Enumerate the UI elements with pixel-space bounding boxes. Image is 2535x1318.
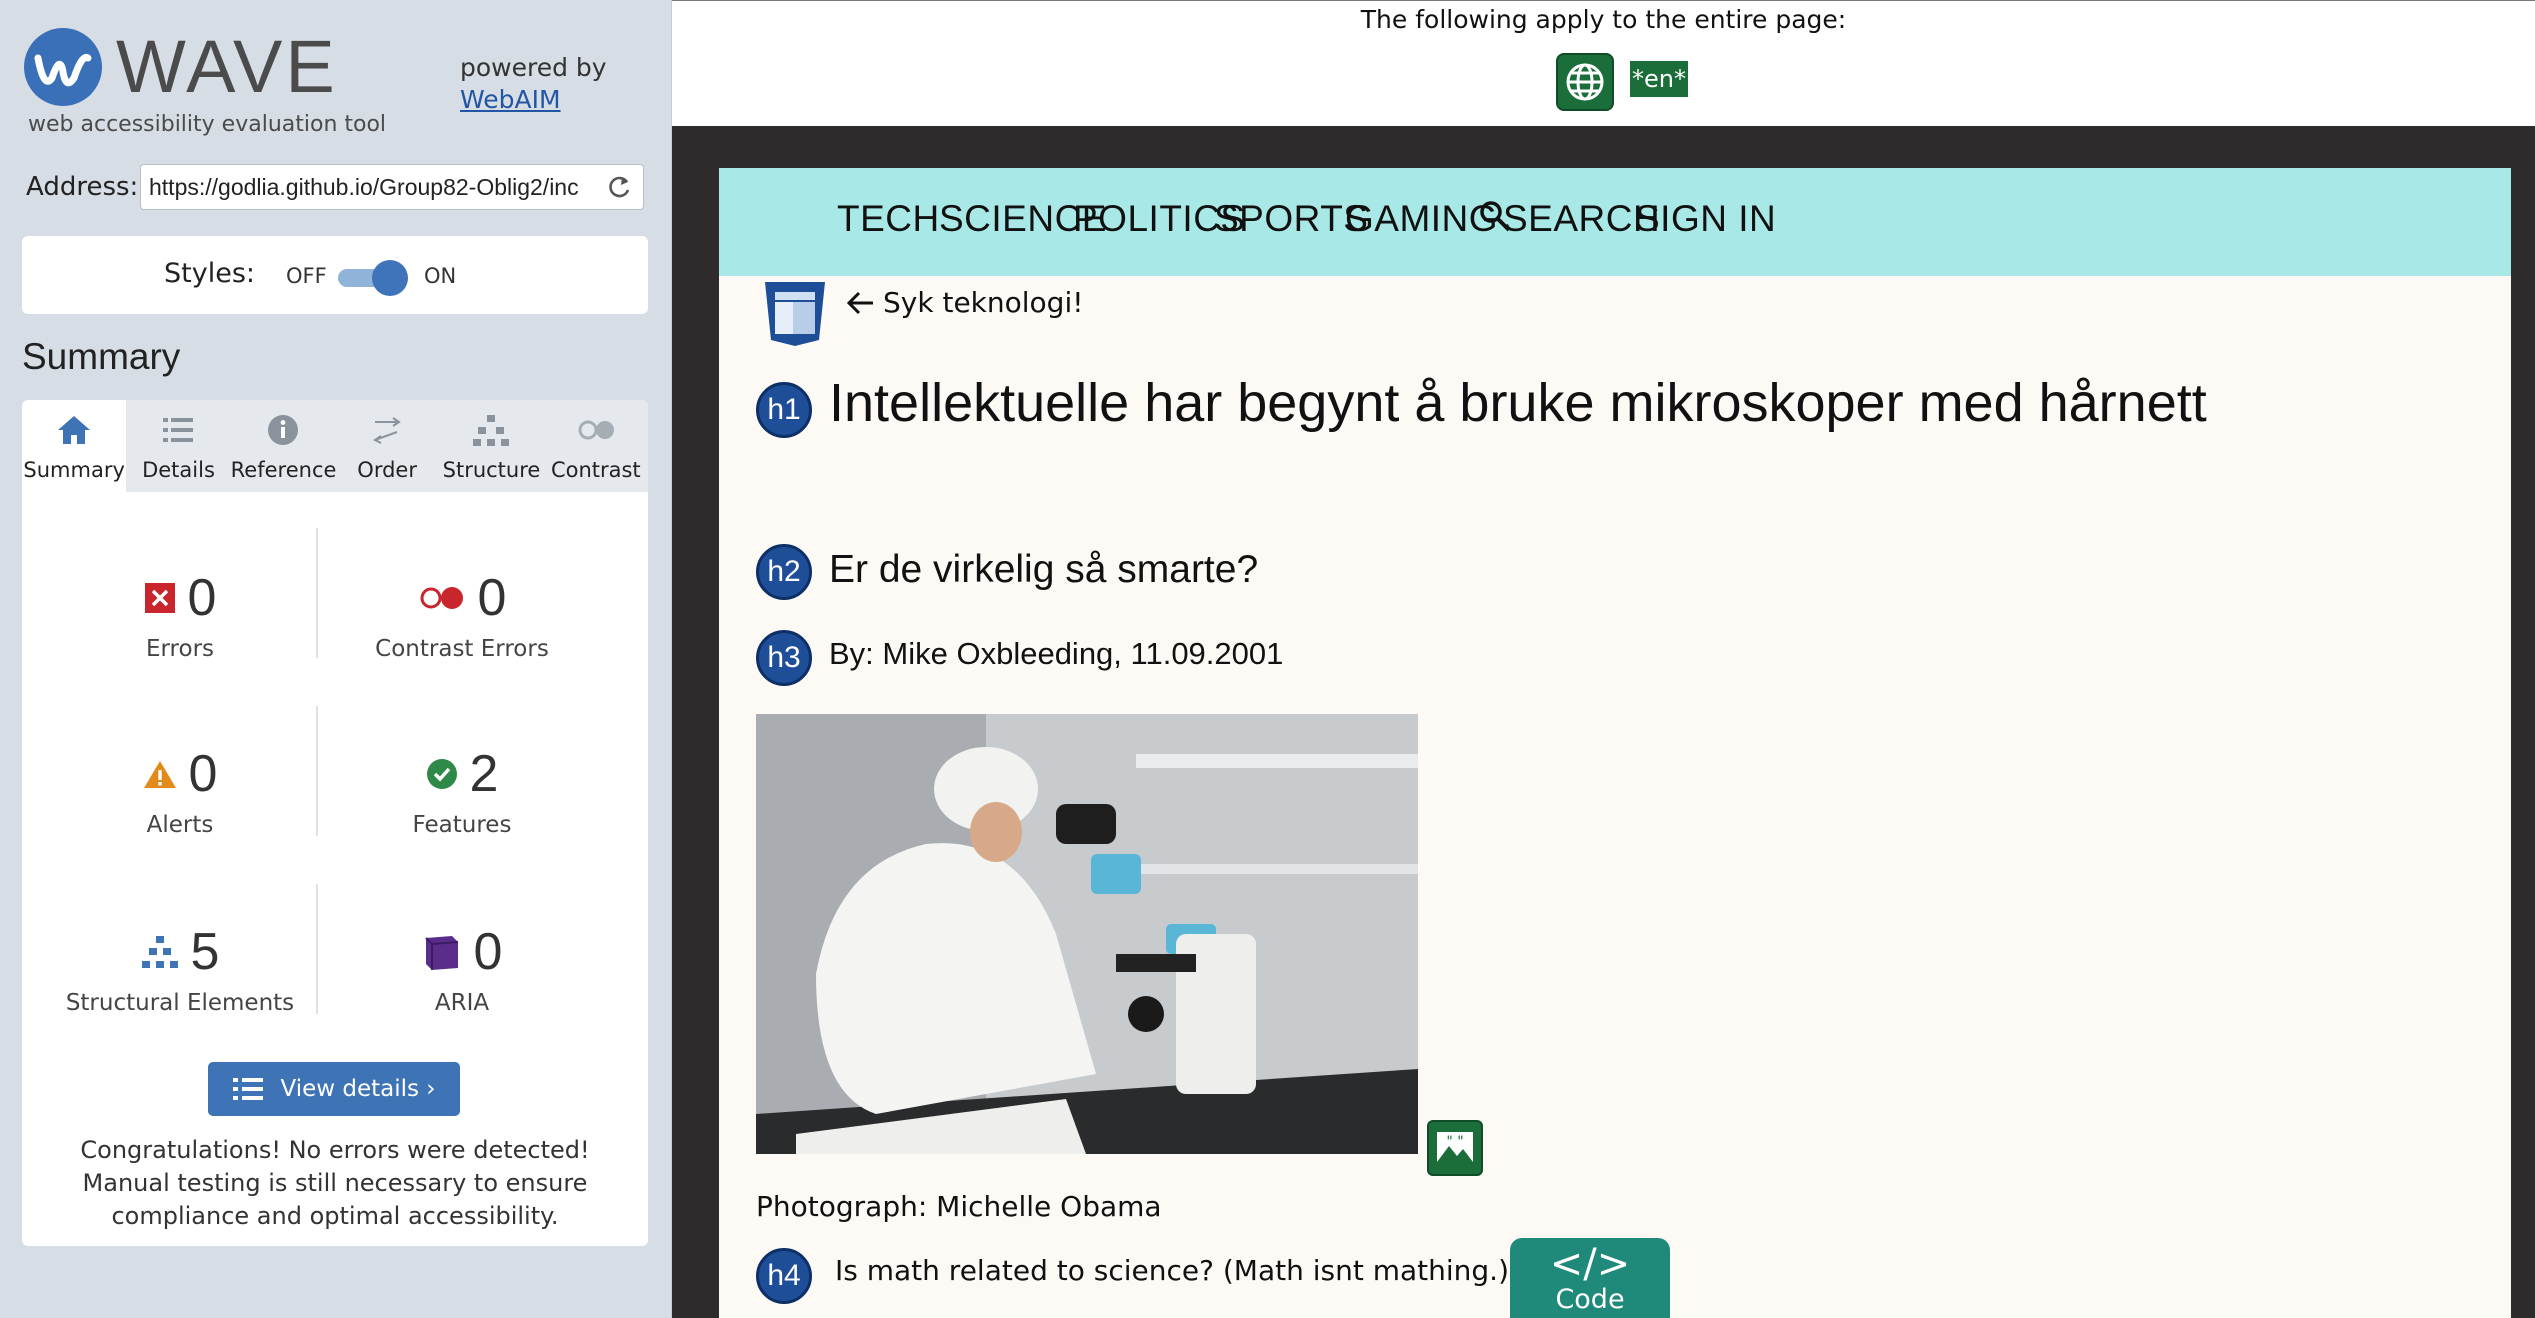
- nav-item-tech[interactable]: TECH: [837, 198, 940, 240]
- powered-by: powered by WebAIM: [460, 52, 607, 116]
- alerts-label: Alerts: [146, 812, 214, 838]
- webaim-link[interactable]: WebAIM: [460, 84, 607, 116]
- wave-tagline: web accessibility evaluation tool: [28, 112, 387, 137]
- aria-label: ARIA: [434, 990, 490, 1016]
- aria-count: 0: [473, 923, 503, 981]
- tab-label: Structure: [442, 458, 541, 482]
- feature-check-icon: [426, 759, 457, 789]
- contrast-error-icon: [420, 587, 463, 609]
- address-label: Address:: [26, 172, 139, 202]
- stat-alerts[interactable]: 0 Alerts: [40, 742, 320, 838]
- h2-badge-icon[interactable]: h2: [756, 544, 812, 600]
- tab-label: Summary: [23, 458, 125, 482]
- stat-features[interactable]: 2 Features: [322, 742, 602, 838]
- contrast-errors-label: Contrast Errors: [375, 636, 549, 662]
- page-frame: TECH SCIENCE POLITICS SPORTS GAMING SEAR…: [672, 126, 2535, 1318]
- tab-structure[interactable]: Structure: [439, 400, 543, 492]
- error-icon: [144, 583, 175, 613]
- stat-aria[interactable]: 0 ARIA: [322, 920, 602, 1016]
- alert-icon: [143, 761, 176, 788]
- view-details-button[interactable]: View details ›: [208, 1062, 460, 1116]
- tab-contrast[interactable]: Contrast: [544, 400, 648, 492]
- address-input[interactable]: [149, 173, 595, 201]
- tab-label: Contrast: [550, 458, 641, 482]
- wave-sidebar: WAVE web accessibility evaluation tool p…: [0, 0, 672, 1318]
- styles-label: Styles:: [164, 258, 255, 289]
- info-icon: [267, 415, 298, 445]
- tab-order[interactable]: Order: [335, 400, 439, 492]
- structural-count: 5: [190, 923, 220, 981]
- alerts-count: 0: [188, 745, 218, 803]
- errors-count: 0: [187, 569, 217, 627]
- page-wide-features-bar: The following apply to the entire page: …: [672, 0, 2535, 126]
- panel-tabs: Summary Details Reference Order Structur…: [22, 400, 648, 492]
- features-count: 2: [469, 745, 499, 803]
- powered-by-text: powered by: [460, 53, 607, 82]
- nav-item-sign-in[interactable]: SIGN IN: [1635, 198, 1776, 240]
- structure-icon: [473, 415, 510, 446]
- alt-text-icon[interactable]: " ": [1427, 1120, 1483, 1176]
- wave-logo-text: WAVE: [116, 25, 338, 108]
- view-details-label: View details ›: [280, 1076, 436, 1102]
- home-icon: [58, 416, 91, 444]
- evaluated-page: TECH SCIENCE POLITICS SPORTS GAMING SEAR…: [719, 168, 2511, 1318]
- contrast-icon: [578, 420, 614, 440]
- list-icon: [163, 418, 194, 442]
- svg-text:" ": " ": [1446, 1134, 1463, 1150]
- structure-elements-icon: [141, 936, 178, 968]
- language-globe-icon[interactable]: [1556, 53, 1614, 111]
- order-icon: [373, 417, 401, 444]
- apply-text: The following apply to the entire page:: [1360, 5, 1847, 34]
- section-heading: Is math related to science? (Math isnt m…: [835, 1254, 1510, 1287]
- contrast-errors-count: 0: [477, 569, 507, 627]
- tab-summary[interactable]: Summary: [22, 400, 127, 492]
- list-icon: [233, 1078, 264, 1100]
- wave-logo-icon: [24, 28, 102, 106]
- code-toggle-button[interactable]: </> Code: [1510, 1238, 1670, 1318]
- summary-panel: Summary Details Reference Order Structur…: [22, 400, 648, 1246]
- html5-region-icon[interactable]: [761, 280, 829, 348]
- back-link[interactable]: Syk teknologi!: [845, 286, 1083, 319]
- tab-reference[interactable]: Reference: [230, 400, 337, 492]
- article-photo: [756, 714, 1418, 1154]
- reload-icon[interactable]: [605, 173, 633, 201]
- tab-details[interactable]: Details: [126, 400, 230, 492]
- site-nav: TECH SCIENCE POLITICS SPORTS GAMING SEAR…: [719, 168, 2511, 276]
- styles-off-label: OFF: [286, 264, 327, 288]
- back-link-text: Syk teknologi!: [883, 286, 1084, 319]
- summary-heading: Summary: [22, 336, 181, 377]
- congrats-message: Congratulations! No errors were detected…: [80, 1136, 590, 1230]
- nav-item-gaming[interactable]: GAMING: [1345, 198, 1498, 240]
- photo-caption: Photograph: Michelle Obama: [756, 1190, 1162, 1223]
- tab-label: Details: [142, 458, 215, 482]
- wave-screen: WAVE web accessibility evaluation tool p…: [0, 0, 2535, 1318]
- h4-badge-icon[interactable]: h4: [756, 1248, 812, 1304]
- styles-on-label: ON: [424, 264, 457, 288]
- tab-label: Reference: [230, 458, 337, 482]
- address-field-wrapper: [140, 164, 644, 210]
- structural-label: Structural Elements: [65, 990, 295, 1016]
- code-icon: </>: [1549, 1241, 1631, 1287]
- errors-label: Errors: [145, 636, 215, 662]
- subtitle: Er de virkelig så smarte?: [829, 548, 1259, 591]
- styles-toggle-card: Styles: OFF ON: [22, 236, 648, 314]
- styles-toggle[interactable]: [338, 260, 408, 296]
- stat-contrast-errors[interactable]: 0 Contrast Errors: [322, 566, 602, 662]
- arrow-left-icon: [846, 291, 873, 314]
- h3-badge-icon[interactable]: h3: [756, 630, 812, 686]
- stat-errors[interactable]: 0 Errors: [40, 566, 320, 662]
- page-title: Intellektuelle har begynt å bruke mikros…: [829, 373, 2207, 433]
- features-label: Features: [412, 812, 512, 838]
- stat-structural-elements[interactable]: 5 Structural Elements: [40, 920, 320, 1016]
- toggle-knob: [372, 260, 408, 296]
- tab-label: Order: [357, 458, 417, 482]
- aria-icon: [424, 936, 458, 970]
- language-badge[interactable]: *en*: [1630, 61, 1688, 97]
- code-label: Code: [1555, 1284, 1625, 1315]
- byline: By: Mike Oxbleeding, 11.09.2001: [829, 636, 1284, 671]
